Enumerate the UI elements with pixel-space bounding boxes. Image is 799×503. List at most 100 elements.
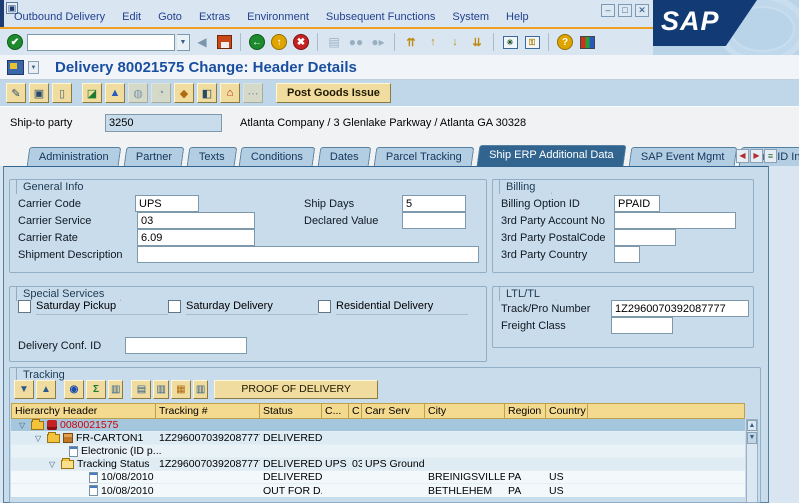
tab-partner[interactable]: Partner <box>123 147 184 166</box>
customize-layout-icon[interactable] <box>577 32 597 52</box>
sap-gui-window: ▣ Outbound Delivery Edit Goto Extras Env… <box>0 0 799 503</box>
tab-conditions[interactable]: Conditions <box>239 147 316 166</box>
scroll-thumb[interactable]: ▼ <box>747 432 757 444</box>
delete-trash-icon[interactable]: ▯ <box>52 83 72 103</box>
menu-item-system[interactable]: System <box>452 11 489 27</box>
tab-scroll-left-icon[interactable]: ◀ <box>736 149 749 163</box>
sort-descending-icon[interactable]: ▼ <box>14 380 34 399</box>
create-shortcut-icon[interactable]: ⚿ <box>522 32 542 52</box>
col-hierarchy-header[interactable]: Hierarchy Header <box>11 403 156 419</box>
tab-list-icon[interactable]: ≡ <box>764 149 777 163</box>
col-country[interactable]: Country <box>546 403 588 419</box>
sap-logo-block: SAP <box>653 0 799 55</box>
goods-issue-house-icon[interactable]: ⌂ <box>220 83 240 103</box>
scroll-up-icon[interactable]: ▲ <box>747 420 757 431</box>
carrier-code-input[interactable] <box>135 195 199 212</box>
billing-option-id-input[interactable] <box>614 195 660 212</box>
declared-value-input[interactable] <box>402 212 466 229</box>
post-goods-issue-button[interactable]: Post Goods Issue <box>276 83 391 103</box>
help-icon[interactable]: ? <box>555 32 575 52</box>
cancel-icon[interactable]: ✖ <box>291 32 311 52</box>
page-up-icon[interactable]: ↑ <box>423 32 443 52</box>
expander-icon[interactable]: ▽ <box>49 460 58 469</box>
last-page-icon[interactable]: ⇊ <box>467 32 487 52</box>
table-row-event-out-for-delivery[interactable]: 10/08/2010 OUT FOR D... BETHLEHEM PA US <box>11 484 745 497</box>
command-dropdown-icon[interactable]: ▼ <box>177 34 190 51</box>
carrier-rate-input[interactable] <box>137 229 255 246</box>
transaction-icon[interactable] <box>7 60 24 75</box>
saturday-delivery-label: Saturday Delivery <box>186 300 318 315</box>
tab-parcel-tracking[interactable]: Parcel Tracking <box>374 147 474 166</box>
menu-item-goto[interactable]: Goto <box>158 11 182 27</box>
new-session-icon[interactable]: ✳ <box>500 32 520 52</box>
shipment-description-input[interactable] <box>137 246 479 263</box>
col-carr-serv[interactable]: Carr Serv <box>362 403 425 419</box>
col-c2[interactable]: C <box>349 403 362 419</box>
word-processing-icon[interactable]: ▥ <box>193 380 208 399</box>
menu-item-environment[interactable]: Environment <box>247 11 309 27</box>
transfer-icon[interactable]: ◪ <box>82 83 102 103</box>
save-icon[interactable] <box>214 32 234 52</box>
export-file-icon[interactable]: ▥ <box>153 380 168 399</box>
col-status[interactable]: Status <box>260 403 322 419</box>
residential-delivery-checkbox[interactable] <box>318 300 331 313</box>
expander-icon[interactable]: ▽ <box>35 434 44 443</box>
spreadsheet-icon[interactable]: ▦ <box>171 380 191 399</box>
display-change-icon[interactable]: ✎ <box>6 83 26 103</box>
menu-item-edit[interactable]: Edit <box>122 11 141 27</box>
track-pro-number-input[interactable] <box>611 300 749 317</box>
table-row-electronic-id[interactable]: Electronic (ID p... <box>11 445 745 458</box>
tab-ship-erp-additional-data[interactable]: Ship ERP Additional Data <box>477 145 626 166</box>
status-overview-icon[interactable]: ◧ <box>197 83 217 103</box>
saturday-delivery-checkbox[interactable] <box>168 300 181 313</box>
col-tracking-number[interactable]: Tracking # <box>156 403 260 419</box>
freight-class-input[interactable] <box>611 317 673 334</box>
copy-document-icon[interactable]: ▣ <box>29 83 49 103</box>
proof-of-delivery-button[interactable]: PROOF OF DELIVERY <box>214 380 378 399</box>
ship-days-input[interactable] <box>402 195 466 212</box>
col-region[interactable]: Region <box>505 403 546 419</box>
menu-item-help[interactable]: Help <box>506 11 529 27</box>
back-arrow-icon[interactable]: ◀ <box>192 32 212 52</box>
find-binoculars-icon[interactable]: ◉ <box>64 380 84 399</box>
ship-to-party-input[interactable] <box>105 114 222 132</box>
table-row-delivery[interactable]: ▽ 0080021575 <box>11 419 745 432</box>
sum-icon[interactable]: Σ <box>86 380 106 399</box>
partner-person-icon[interactable]: ▲ <box>105 83 125 103</box>
subtotal-icon[interactable]: ▥ <box>108 380 123 399</box>
first-page-icon[interactable]: ⇈ <box>401 32 421 52</box>
sort-ascending-icon[interactable]: ▲ <box>36 380 56 399</box>
back-icon[interactable]: ← <box>247 32 267 52</box>
tab-dates[interactable]: Dates <box>318 147 371 166</box>
maximize-button[interactable]: □ <box>618 4 632 17</box>
menu-item-extras[interactable]: Extras <box>199 11 230 27</box>
print-list-icon[interactable]: ▤ <box>131 380 151 399</box>
minimize-button[interactable]: – <box>601 4 615 17</box>
saturday-pickup-checkbox[interactable] <box>18 300 31 313</box>
table-vertical-scrollbar[interactable]: ▲ ▼ <box>746 419 758 503</box>
table-row-tracking-status[interactable]: ▽ Tracking Status 1Z2960070392087777 DEL… <box>11 458 745 471</box>
page-down-icon[interactable]: ↓ <box>445 32 465 52</box>
tab-scroll-right-icon[interactable]: ▶ <box>750 149 763 163</box>
command-input[interactable] <box>27 34 175 51</box>
enter-icon[interactable]: ✔ <box>5 32 25 52</box>
col-c1[interactable]: C... <box>322 403 349 419</box>
table-row-carton[interactable]: ▽ FR-CARTON1 1Z2960070392087777 DELIVERE… <box>11 432 745 445</box>
expander-icon[interactable]: ▽ <box>19 421 28 430</box>
carrier-service-input[interactable] <box>137 212 255 229</box>
tab-sap-event-mgmt[interactable]: SAP Event Mgmt <box>628 147 736 166</box>
menu-item-subsequent-functions[interactable]: Subsequent Functions <box>326 11 435 27</box>
delivery-conf-id-input[interactable] <box>125 337 247 354</box>
col-city[interactable]: City <box>425 403 505 419</box>
table-row-event-delivered[interactable]: 10/08/2010 DELIVERED BREINIGSVILLE PA US <box>11 471 745 484</box>
third-party-account-input[interactable] <box>614 212 736 229</box>
pack-boxes-icon[interactable]: ◆ <box>174 83 194 103</box>
tab-texts[interactable]: Texts <box>186 147 236 166</box>
third-party-country-input[interactable] <box>614 246 640 263</box>
exit-icon[interactable]: ↑ <box>269 32 289 52</box>
title-dropdown-icon[interactable]: ▼ <box>28 61 39 74</box>
menu-item-outbound-delivery[interactable]: Outbound Delivery <box>14 11 105 27</box>
close-button[interactable]: ✕ <box>635 4 649 17</box>
third-party-postalcode-input[interactable] <box>614 229 676 246</box>
tab-administration[interactable]: Administration <box>27 147 121 166</box>
